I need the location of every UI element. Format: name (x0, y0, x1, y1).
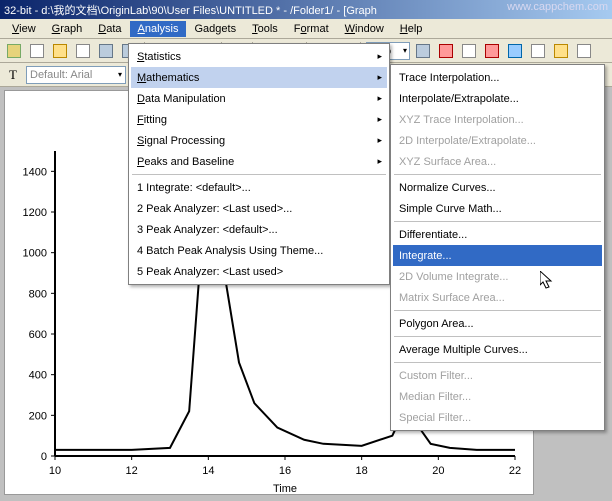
tool-4[interactable] (73, 41, 93, 61)
tool-13[interactable] (482, 41, 502, 61)
tool-15[interactable] (528, 41, 548, 61)
menu-polygon-area[interactable]: Polygon Area... (393, 313, 602, 334)
window-title: 32-bit - d:\我的文档\OriginLab\90\User Files… (4, 2, 377, 18)
svg-text:400: 400 (29, 370, 47, 382)
svg-text:16: 16 (279, 465, 291, 477)
svg-text:14: 14 (202, 465, 214, 477)
tool-17[interactable] (574, 41, 594, 61)
tool-3[interactable] (50, 41, 70, 61)
menu-gadgets[interactable]: Gadgets (186, 21, 244, 37)
svg-text:1400: 1400 (23, 166, 47, 178)
svg-text:0: 0 (41, 451, 47, 463)
menu-matrix-surface-area[interactable]: Matrix Surface Area... (393, 287, 602, 308)
menu-recent-3[interactable]: 3 Peak Analyzer: <default>... (131, 219, 387, 240)
menu-median-filter[interactable]: Median Filter... (393, 386, 602, 407)
menu-differentiate[interactable]: Differentiate... (393, 224, 602, 245)
menu-recent-5[interactable]: 5 Peak Analyzer: <Last used> (131, 261, 387, 282)
tool-2[interactable] (27, 41, 47, 61)
svg-text:600: 600 (29, 329, 47, 341)
tool-11[interactable] (436, 41, 456, 61)
mathematics-submenu: Trace Interpolation... Interpolate/Extra… (390, 64, 605, 431)
menu-2d-volume-integrate[interactable]: 2D Volume Integrate... (393, 266, 602, 287)
menu-peaks-baseline[interactable]: Peaks and Baseline (131, 151, 387, 172)
menu-statistics[interactable]: Statistics (131, 46, 387, 67)
menu-recent-2[interactable]: 2 Peak Analyzer: <Last used>... (131, 198, 387, 219)
menu-signal-processing[interactable]: Signal Processing (131, 130, 387, 151)
menu-recent-1[interactable]: 1 Integrate: <default>... (131, 177, 387, 198)
tool-12[interactable] (459, 41, 479, 61)
menu-mathematics[interactable]: Mathematics (131, 67, 387, 88)
svg-text:200: 200 (29, 410, 47, 422)
watermark: www.cappchem.com (507, 1, 608, 13)
menu-average-multiple-curves[interactable]: Average Multiple Curves... (393, 339, 602, 360)
menu-fitting[interactable]: Fitting (131, 109, 387, 130)
tool-16[interactable] (551, 41, 571, 61)
menu-help[interactable]: Help (392, 21, 431, 37)
menu-trace-interpolation[interactable]: Trace Interpolation... (393, 67, 602, 88)
menu-data-manipulation[interactable]: Data Manipulation (131, 88, 387, 109)
menu-simple-curve-math[interactable]: Simple Curve Math... (393, 198, 602, 219)
tool-1[interactable] (4, 41, 24, 61)
menu-2d-interpolate[interactable]: 2D Interpolate/Extrapolate... (393, 130, 602, 151)
svg-text:22: 22 (509, 465, 521, 477)
text-tool[interactable]: T (4, 65, 22, 85)
tool-14[interactable] (505, 41, 525, 61)
svg-text:800: 800 (29, 288, 47, 300)
analysis-menu: Statistics Mathematics Data Manipulation… (128, 43, 390, 285)
menu-normalize-curves[interactable]: Normalize Curves... (393, 177, 602, 198)
menu-view[interactable]: View (4, 21, 44, 37)
menu-graph[interactable]: Graph (44, 21, 91, 37)
menu-bar: View Graph Data Analysis Gadgets Tools F… (0, 19, 612, 39)
tool-10[interactable] (413, 41, 433, 61)
svg-text:1000: 1000 (23, 248, 47, 260)
font-combo[interactable]: Default: Arial (26, 66, 126, 84)
menu-xyz-surface-area[interactable]: XYZ Surface Area... (393, 151, 602, 172)
menu-custom-filter[interactable]: Custom Filter... (393, 365, 602, 386)
menu-window[interactable]: Window (337, 21, 392, 37)
menu-integrate[interactable]: Integrate... (393, 245, 602, 266)
menu-tools[interactable]: Tools (244, 21, 286, 37)
menu-xyz-trace-interpolation[interactable]: XYZ Trace Interpolation... (393, 109, 602, 130)
svg-text:12: 12 (126, 465, 138, 477)
svg-text:20: 20 (432, 465, 444, 477)
menu-format[interactable]: Format (286, 21, 337, 37)
menu-recent-4[interactable]: 4 Batch Peak Analysis Using Theme... (131, 240, 387, 261)
menu-data[interactable]: Data (90, 21, 129, 37)
menu-special-filter[interactable]: Special Filter... (393, 407, 602, 428)
svg-text:10: 10 (49, 465, 61, 477)
menu-interpolate-extrapolate[interactable]: Interpolate/Extrapolate... (393, 88, 602, 109)
tool-5[interactable] (96, 41, 116, 61)
svg-text:Time: Time (273, 483, 297, 495)
svg-text:18: 18 (356, 465, 368, 477)
menu-analysis[interactable]: Analysis (130, 21, 187, 37)
svg-text:1200: 1200 (23, 207, 47, 219)
